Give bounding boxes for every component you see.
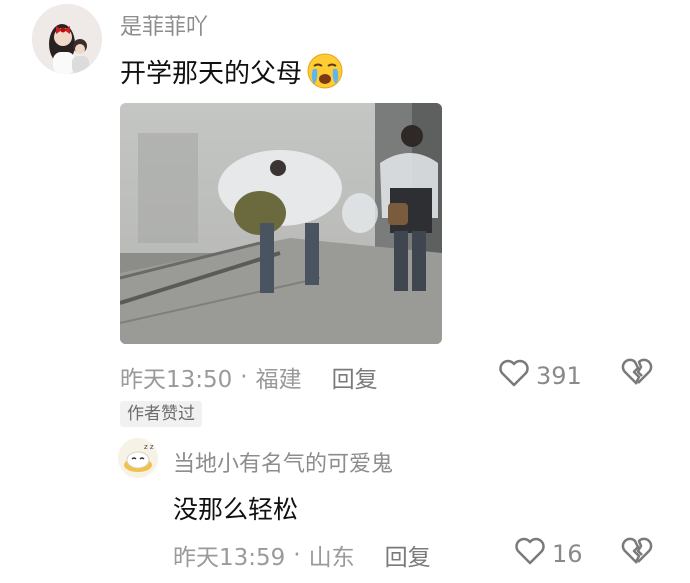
reply-avatar[interactable]: z z [118,438,158,478]
comment-time: 昨天13:50 [120,367,233,393]
reply-like-button[interactable]: 16 [514,536,583,572]
reply-time: 昨天13:59 [173,545,286,571]
svg-text:z z: z z [144,443,154,451]
reply-button[interactable]: 回复 [332,360,378,394]
separator: · [240,364,248,390]
reply-text: 没那么轻松 [173,495,299,524]
like-button[interactable]: 391 [498,358,582,394]
comment-text-content: 开学那天的父母 [120,58,303,89]
comment-text: 开学那天的父母 [120,52,344,90]
separator: · [293,542,301,568]
avatar[interactable] [32,4,102,74]
author-liked-badge: 作者赞过 [120,401,202,427]
reply-meta: 昨天13:59 · 山东 回复 [173,538,431,572]
broken-heart-icon[interactable] [621,537,653,571]
dislike-button[interactable] [621,356,653,392]
reply-username[interactable]: 当地小有名气的可爱鬼 [173,446,393,478]
comment-meta: 昨天13:50 · 福建 回复 [120,360,378,394]
heart-outline-icon[interactable] [498,358,530,394]
reply-reply-button[interactable]: 回复 [385,538,431,572]
comment-location: 福建 [255,367,302,393]
like-count: 391 [536,362,582,390]
crying-face-emoji-icon [306,52,344,90]
comment-image[interactable] [120,103,442,344]
heart-outline-icon[interactable] [514,536,546,572]
username[interactable]: 是菲菲吖 [120,9,208,41]
reply-like-count: 16 [552,540,583,568]
comment-thread: 是菲菲吖 开学那天的父母 昨天13:50 · 福建 回复 391 作者赞过 z … [0,0,690,583]
reply-location: 山东 [308,545,355,571]
broken-heart-icon[interactable] [621,358,653,392]
reply-dislike-button[interactable] [621,535,653,571]
